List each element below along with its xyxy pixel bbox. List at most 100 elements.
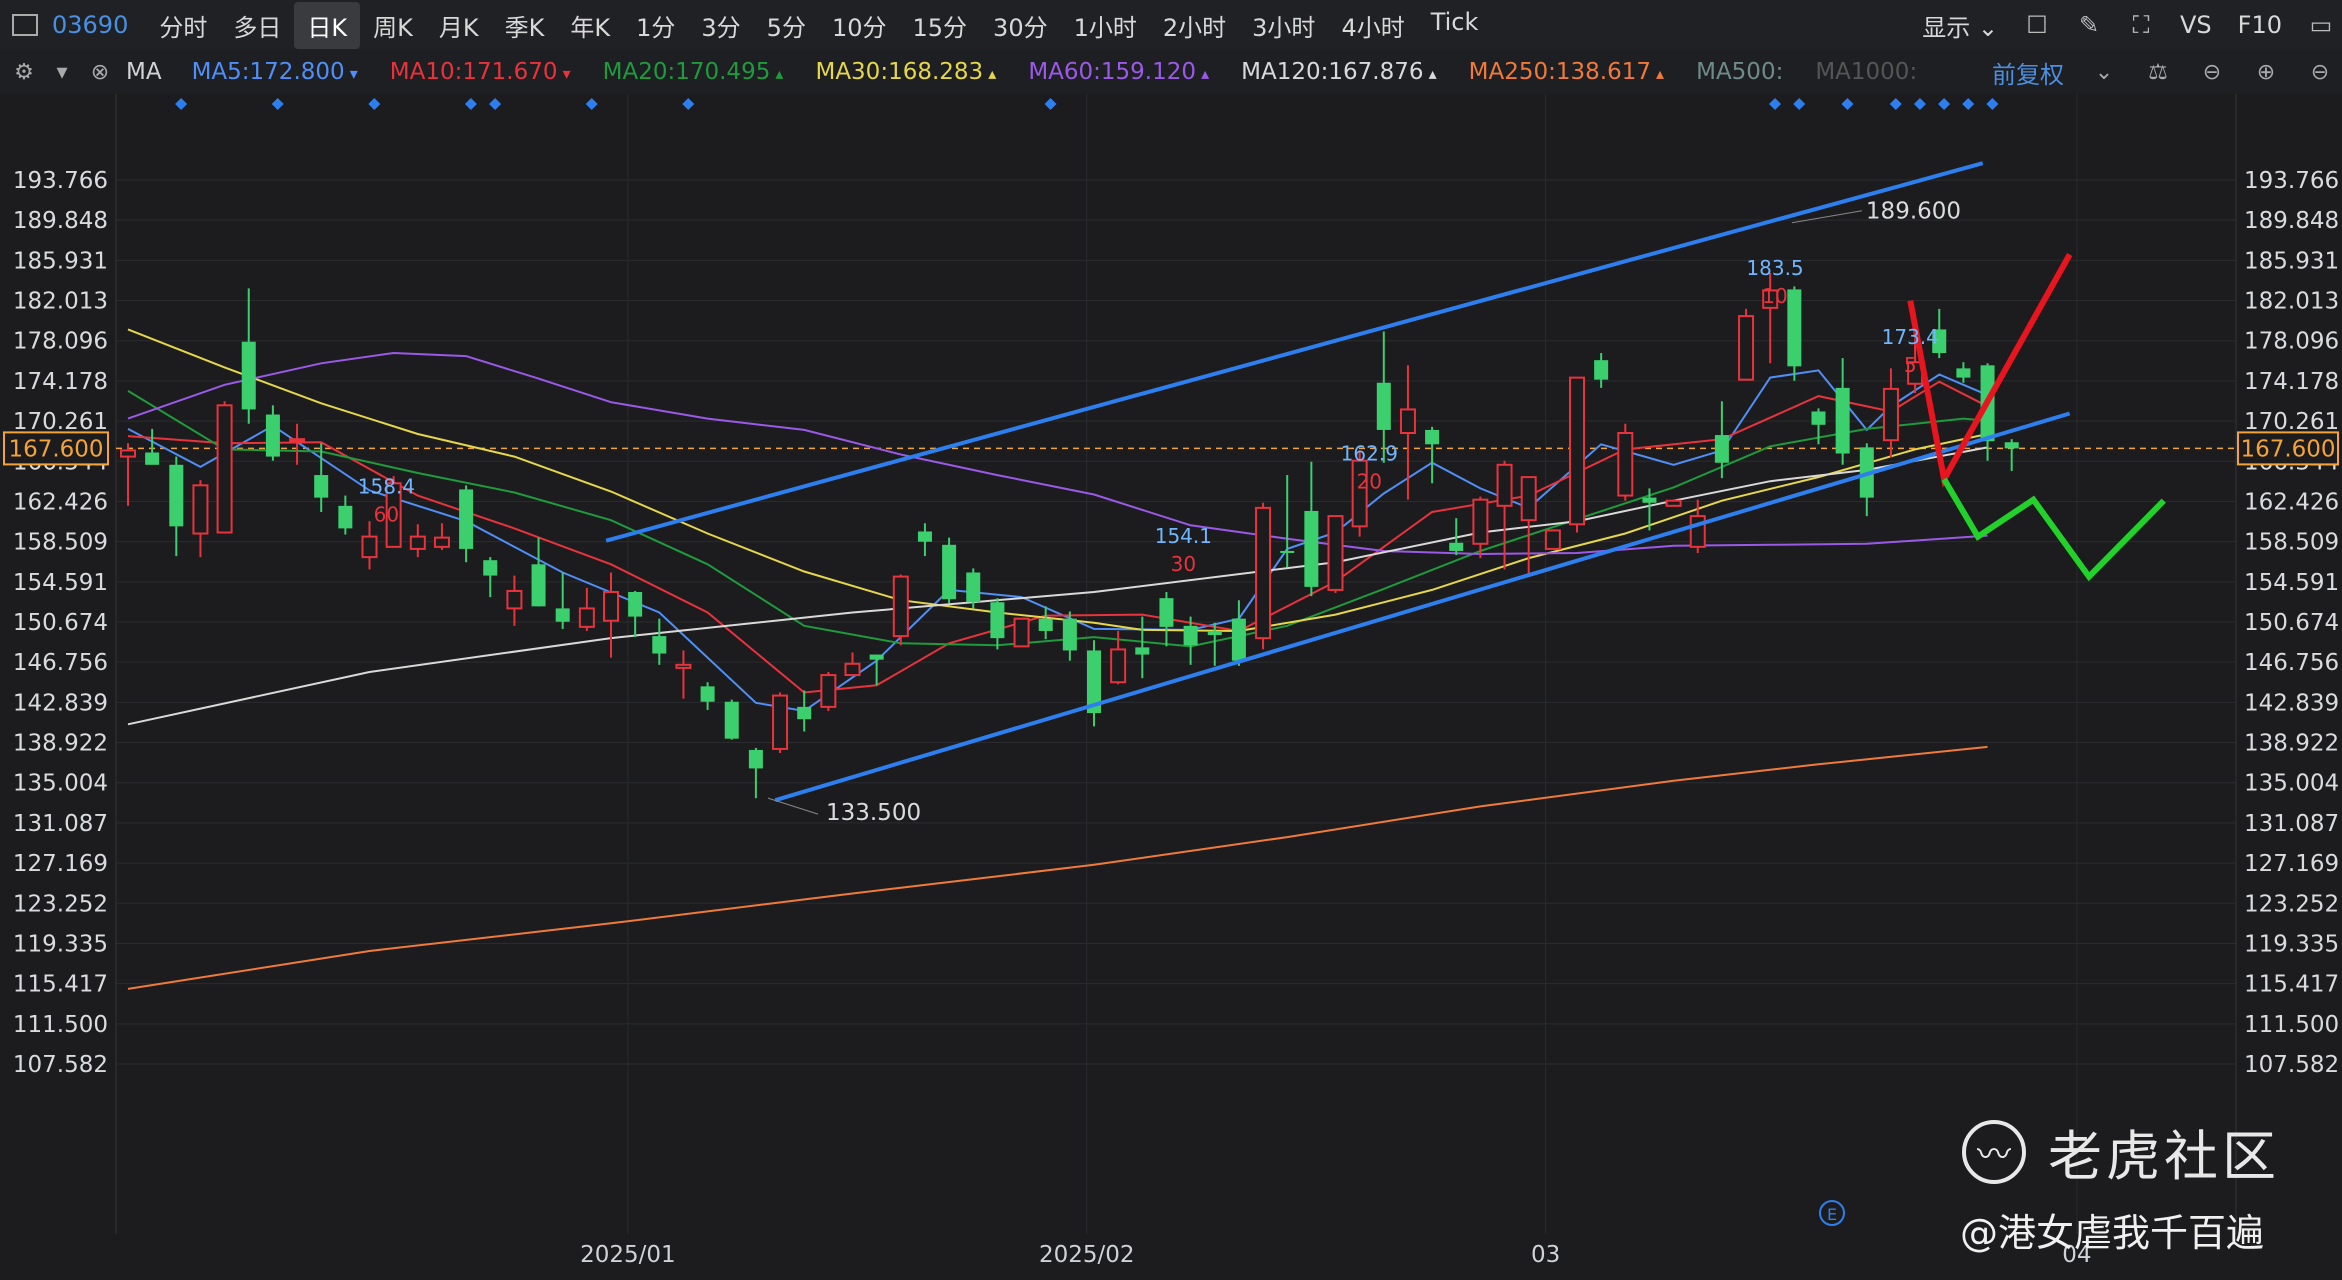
minus-icon[interactable]: ⊖: [2306, 58, 2334, 86]
chevron-down-icon[interactable]: ⌄: [2090, 58, 2118, 86]
gear-icon[interactable]: ⚙: [10, 58, 38, 86]
tab-2[interactable]: 日K: [294, 1, 361, 49]
arrow-down-icon: ▾: [344, 64, 358, 83]
price-label-left: 182.013: [13, 289, 108, 315]
ma-item-1[interactable]: MA10:171.670 ▾: [390, 59, 571, 85]
candle-body-down: [1135, 647, 1150, 655]
tab-8[interactable]: 3分: [688, 2, 753, 49]
price-label-left: 138.922: [13, 731, 108, 757]
tab-3[interactable]: 周K: [360, 2, 426, 49]
candle-body-up: [216, 404, 233, 534]
ma-item-2[interactable]: MA20:170.495 ▴: [603, 59, 784, 85]
tab-14[interactable]: 2小时: [1150, 2, 1239, 49]
price-label-right: 146.756: [2244, 650, 2339, 676]
compare-icon[interactable]: ⚖: [2144, 58, 2172, 86]
candle-body-up: [1569, 376, 1585, 526]
price-label-left: 193.766: [13, 168, 108, 194]
candle-body-up: [820, 674, 837, 708]
tab-11[interactable]: 15分: [900, 2, 981, 49]
tab-15[interactable]: 3小时: [1239, 2, 1328, 49]
candle-body-down: [942, 544, 957, 600]
annotation-value: 183.5: [1746, 256, 1803, 280]
tab-6[interactable]: 年K: [557, 2, 623, 49]
candle-body-down: [1062, 618, 1077, 651]
candle-body-up: [1255, 506, 1272, 640]
tab-13[interactable]: 1小时: [1061, 2, 1150, 49]
zoom-out-icon[interactable]: ⊖: [2198, 58, 2226, 86]
price-label-left: 135.004: [13, 771, 108, 797]
ma-item-6[interactable]: MA250:138.617 ▴: [1469, 59, 1664, 85]
tab-17[interactable]: Tick: [1418, 2, 1492, 49]
price-label-right: 138.922: [2244, 731, 2339, 757]
ma-item-0[interactable]: MA5:172.800 ▾: [192, 59, 358, 85]
collapse-icon[interactable]: ▾: [48, 58, 76, 86]
candle-body-down: [917, 531, 932, 542]
ma-label[interactable]: MA: [126, 59, 162, 85]
square-icon[interactable]: ☐: [2024, 11, 2050, 39]
candle-body-up: [1472, 498, 1489, 545]
candle-body-up: [361, 535, 378, 559]
pen-icon[interactable]: ✎: [2076, 11, 2102, 39]
kline-chart[interactable]: 183.5 10 173.4 5 162.9 20 158.4 60 154.1 30 189.60…: [0, 94, 2342, 1280]
candle-body-down: [1956, 368, 1971, 378]
f10-button[interactable]: F10: [2238, 11, 2282, 39]
price-label-left: 185.931: [13, 248, 108, 274]
candle-body-up: [675, 663, 692, 669]
price-label-right: 142.839: [2244, 690, 2339, 716]
window-icon[interactable]: ▭: [2308, 11, 2334, 39]
tab-7[interactable]: 1分: [623, 2, 688, 49]
current-price-text-left: 167.600: [8, 436, 103, 462]
candle-body-up: [578, 607, 595, 628]
ma-item-text: MA60:159.120: [1028, 59, 1197, 85]
candle-body-down: [990, 602, 1005, 639]
candle-body-up: [1496, 463, 1513, 507]
annotation-count: 20: [1357, 470, 1382, 494]
tab-9[interactable]: 5分: [754, 2, 819, 49]
tab-16[interactable]: 4小时: [1328, 2, 1417, 49]
layout-icon[interactable]: [12, 14, 38, 36]
ma-items: MA5:172.800 ▾ MA10:171.670 ▾ MA20:170.495 …: [192, 59, 1950, 85]
tab-0[interactable]: 分时: [146, 2, 220, 49]
candle-body-up: [1544, 529, 1561, 550]
close-icon[interactable]: ⊗: [86, 58, 114, 86]
vs-button[interactable]: VS: [2180, 11, 2212, 39]
ma-item-8[interactable]: MA1000:: [1815, 59, 1917, 85]
arrow-down-icon: ▾: [557, 64, 571, 83]
price-label-left: 127.169: [13, 851, 108, 877]
ma-item-3[interactable]: MA30:168.283 ▴: [815, 59, 996, 85]
price-label-left: 170.261: [13, 409, 108, 435]
tab-4[interactable]: 月K: [426, 2, 492, 49]
candle-body-down: [700, 686, 715, 702]
candle-body-up: [1617, 432, 1634, 497]
candle-body-down: [1714, 435, 1729, 463]
candle-body-up: [892, 575, 909, 638]
ma-item-4[interactable]: MA60:159.120 ▴: [1028, 59, 1209, 85]
price-label-right: 174.178: [2244, 369, 2339, 395]
tab-1[interactable]: 多日: [220, 2, 294, 49]
annotation-value: 173.4: [1882, 325, 1939, 349]
tab-10[interactable]: 10分: [819, 2, 900, 49]
candle-body-down: [1304, 510, 1319, 587]
candle-body-up: [192, 484, 209, 535]
zoom-in-icon[interactable]: ⊕: [2252, 58, 2280, 86]
tab-12[interactable]: 30分: [980, 2, 1061, 49]
annotation-count: 30: [1171, 552, 1196, 576]
candle-body-up: [603, 590, 619, 622]
ma-item-text: MA20:170.495: [602, 59, 771, 85]
display-menu[interactable]: 显示 ⌄: [1922, 8, 1998, 43]
toolbar-right: 显示 ⌄ ☐ ✎ ⛶ VS F10 ▭: [1922, 0, 2334, 50]
candle-body-up: [1399, 408, 1416, 435]
ma-item-7[interactable]: MA500:: [1696, 59, 1783, 85]
candle-body-down: [797, 706, 812, 720]
price-label-right: 189.848: [2244, 208, 2339, 234]
candle-body-down: [145, 452, 160, 465]
candle-body-up: [1738, 315, 1755, 381]
tab-5[interactable]: 季K: [492, 2, 558, 49]
stock-symbol[interactable]: 03690: [52, 11, 128, 39]
annotation-value: 162.9: [1341, 442, 1398, 466]
arrow-up-icon: ▴: [1196, 64, 1210, 83]
fullscreen-icon[interactable]: ⛶: [2128, 11, 2154, 39]
arrow-up-icon: ▴: [1650, 64, 1665, 83]
adjust-mode[interactable]: 前复权: [1992, 55, 2064, 90]
ma-item-5[interactable]: MA120:167.876 ▴: [1241, 59, 1436, 85]
